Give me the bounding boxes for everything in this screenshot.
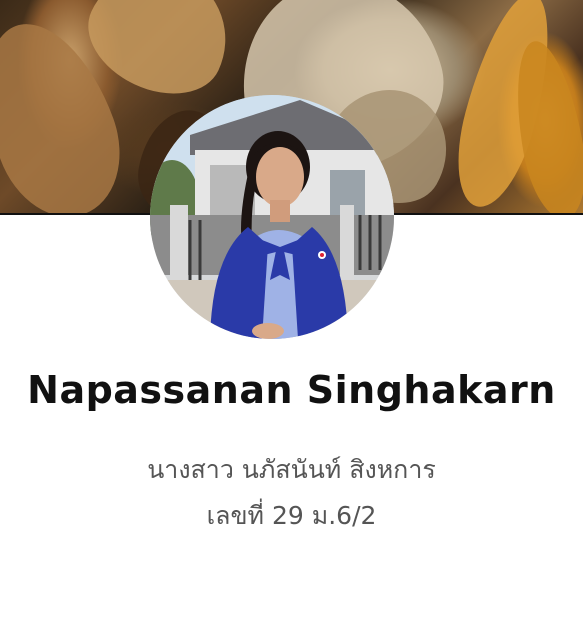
avatar-photo	[150, 95, 394, 339]
profile-avatar[interactable]	[150, 95, 394, 339]
profile-class-info: เลขที่ 29 ม.6/2	[206, 501, 377, 530]
profile-thai-name: นางสาว นภัสนันท์ สิงหการ	[147, 455, 436, 484]
profile-name: Napassanan Singhakarn	[27, 368, 556, 412]
